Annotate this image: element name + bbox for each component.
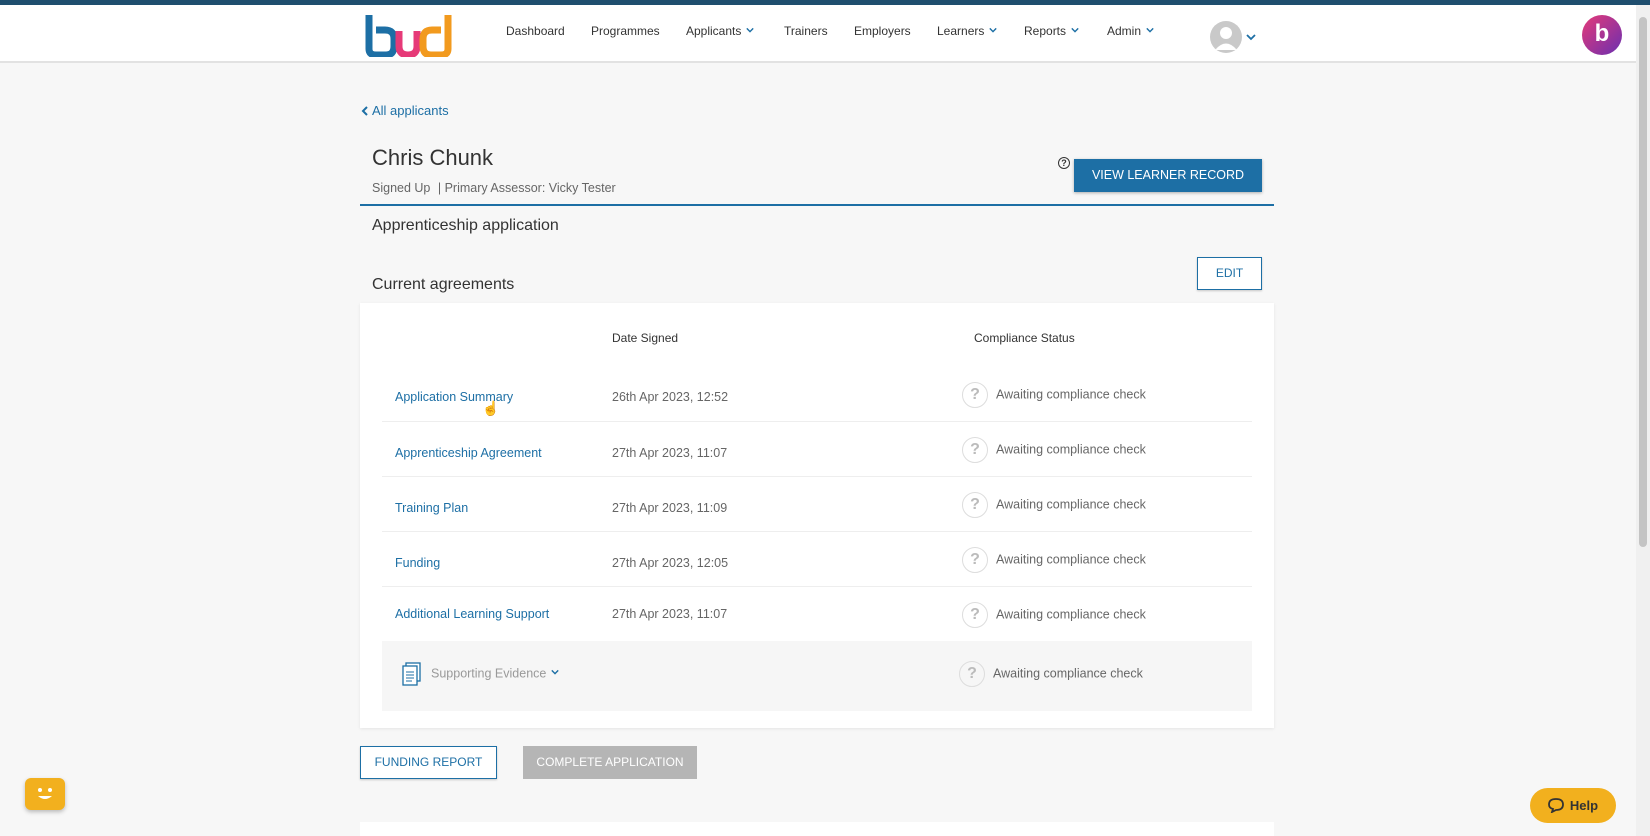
page-scrollbar[interactable] bbox=[1636, 5, 1650, 836]
table-row: Apprenticeship Agreement 27th Apr 2023, … bbox=[382, 422, 1252, 477]
compliance-status: ? Awaiting compliance check bbox=[962, 437, 1146, 463]
view-learner-record-button[interactable]: VIEW LEARNER RECORD bbox=[1074, 159, 1262, 192]
mouse-cursor-icon: ☝ bbox=[482, 400, 500, 416]
table-row: Application Summary 26th Apr 2023, 12:52… bbox=[382, 367, 1252, 422]
applicant-subline: Signed Up | Primary Assessor: Vicky Test… bbox=[372, 181, 616, 195]
chevron-left-icon bbox=[361, 106, 368, 116]
table-row: Training Plan 27th Apr 2023, 11:09 ? Awai… bbox=[382, 477, 1252, 532]
agreement-link[interactable]: Additional Learning Support bbox=[395, 607, 549, 621]
help-button[interactable]: Help bbox=[1530, 788, 1616, 823]
header-divider bbox=[360, 204, 1274, 206]
nav-admin-label: Admin bbox=[1107, 24, 1142, 38]
help-question-icon[interactable]: ? bbox=[1058, 157, 1070, 169]
back-link-label: All applicants bbox=[372, 103, 449, 118]
chevron-down-icon bbox=[551, 670, 560, 675]
table-row: Additional Learning Support 27th Apr 202… bbox=[382, 587, 1252, 642]
date-signed: 26th Apr 2023, 12:52 bbox=[612, 390, 729, 404]
question-circle-icon: ? bbox=[962, 382, 988, 408]
edit-button[interactable]: EDIT bbox=[1197, 257, 1262, 290]
nav-reports[interactable]: Reports bbox=[1024, 24, 1079, 38]
nav-dashboard-label: Dashboard bbox=[506, 24, 565, 38]
application-title: Apprenticeship application bbox=[372, 217, 559, 234]
table-row: Funding 27th Apr 2023, 12:05 ? Awaiting c… bbox=[382, 532, 1252, 587]
bud-logo[interactable] bbox=[364, 11, 454, 59]
question-circle-icon: ? bbox=[959, 661, 985, 687]
compliance-status-text: Awaiting compliance check bbox=[996, 387, 1146, 402]
date-signed: 27th Apr 2023, 12:05 bbox=[612, 556, 729, 570]
nav-applicants-label: Applicants bbox=[686, 24, 742, 38]
top-navbar: Dashboard Programmes Applicants Trainers… bbox=[0, 5, 1650, 63]
nav-admin[interactable]: Admin bbox=[1107, 24, 1154, 38]
help-label: Help bbox=[1569, 798, 1599, 813]
nav-trainers[interactable]: Trainers bbox=[784, 24, 828, 38]
current-agreements-title: Current agreements bbox=[372, 276, 515, 293]
nav-reports-label: Reports bbox=[1024, 24, 1067, 38]
date-signed: 27th Apr 2023, 11:07 bbox=[612, 607, 728, 621]
compliance-status: ? Awaiting compliance check bbox=[962, 492, 1146, 518]
user-icon bbox=[1215, 27, 1237, 50]
speech-bubble-icon bbox=[1548, 798, 1564, 814]
nav-dashboard[interactable]: Dashboard bbox=[506, 24, 565, 38]
chevron-down-icon bbox=[1146, 27, 1154, 33]
back-to-applicants-link[interactable]: All applicants bbox=[361, 103, 449, 118]
compliance-status-text: Awaiting compliance check bbox=[996, 442, 1146, 457]
applicant-name: Chris Chunk bbox=[372, 145, 494, 170]
nav-learners-label: Learners bbox=[937, 24, 985, 38]
supporting-evidence-row: Supporting Evidence ? Awaiting compliance… bbox=[382, 641, 1252, 711]
agreement-link[interactable]: Funding bbox=[395, 556, 440, 570]
date-signed: 27th Apr 2023, 11:09 bbox=[612, 501, 728, 515]
agreements-panel: Date Signed Compliance Status Applicatio… bbox=[360, 303, 1274, 728]
nav-trainers-label: Trainers bbox=[784, 24, 828, 38]
chatbot-widget[interactable] bbox=[25, 778, 65, 810]
chevron-down-icon bbox=[989, 27, 998, 33]
compliance-status-text: Awaiting compliance check bbox=[996, 607, 1146, 622]
question-circle-icon: ? bbox=[962, 602, 988, 628]
agreement-link[interactable]: Training Plan bbox=[395, 501, 468, 515]
bud-badge-icon[interactable]: b bbox=[1582, 15, 1622, 55]
nav-applicants[interactable]: Applicants bbox=[686, 24, 755, 38]
compliance-status: ? Awaiting compliance check bbox=[959, 661, 1143, 687]
applicant-status: Signed Up bbox=[372, 181, 431, 195]
chat-face-icon bbox=[38, 788, 52, 799]
supporting-evidence-toggle[interactable]: Supporting Evidence bbox=[402, 662, 560, 686]
question-circle-icon: ? bbox=[962, 437, 988, 463]
date-signed: 27th Apr 2023, 11:07 bbox=[612, 446, 728, 460]
user-menu-chevron-icon[interactable] bbox=[1246, 33, 1256, 41]
nav-employers-label: Employers bbox=[854, 24, 911, 38]
user-avatar[interactable] bbox=[1210, 21, 1242, 53]
nav-learners[interactable]: Learners bbox=[937, 24, 998, 38]
next-panel bbox=[360, 822, 1274, 836]
nav-employers[interactable]: Employers bbox=[854, 24, 911, 38]
compliance-status-header: Compliance Status bbox=[974, 331, 1075, 345]
date-signed-header: Date Signed bbox=[612, 331, 679, 345]
compliance-status-text: Awaiting compliance check bbox=[996, 552, 1146, 567]
compliance-status-text: Awaiting compliance check bbox=[996, 497, 1146, 512]
compliance-status: ? Awaiting compliance check bbox=[962, 547, 1146, 573]
complete-application-button[interactable]: COMPLETE APPLICATION bbox=[523, 746, 697, 779]
question-circle-icon: ? bbox=[962, 547, 988, 573]
question-circle-icon: ? bbox=[962, 492, 988, 518]
applicant-assessor: | Primary Assessor: Vicky Tester bbox=[437, 181, 616, 195]
compliance-status: ? Awaiting compliance check bbox=[962, 382, 1146, 408]
chevron-down-icon bbox=[746, 27, 755, 33]
scrollbar-thumb[interactable] bbox=[1639, 17, 1647, 547]
supporting-evidence-label: Supporting Evidence bbox=[431, 666, 547, 681]
nav-programmes-label: Programmes bbox=[591, 24, 660, 38]
agreement-link[interactable]: Apprenticeship Agreement bbox=[395, 446, 542, 460]
document-icon bbox=[402, 662, 421, 686]
chevron-down-icon bbox=[1071, 27, 1079, 33]
nav-programmes[interactable]: Programmes bbox=[591, 24, 660, 38]
compliance-status-text: Awaiting compliance check bbox=[993, 666, 1143, 681]
compliance-status: ? Awaiting compliance check bbox=[962, 602, 1146, 628]
funding-report-button[interactable]: FUNDING REPORT bbox=[360, 746, 497, 779]
